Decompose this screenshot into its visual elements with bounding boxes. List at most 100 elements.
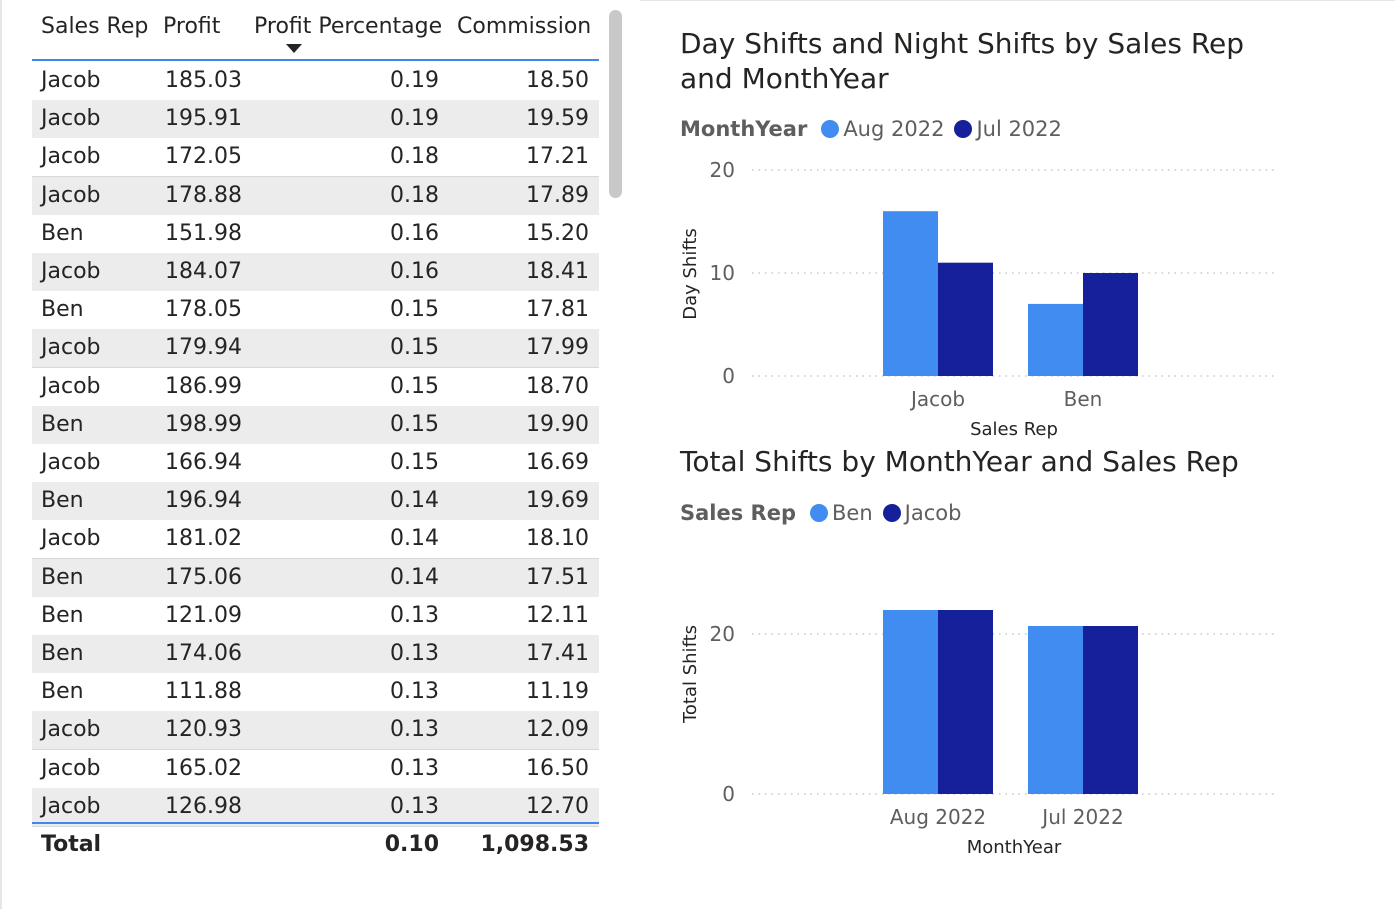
header-profit-percentage[interactable]: Profit Percentage bbox=[254, 14, 442, 39]
chart2-title-line1: Total Shifts by MonthYear and Sales Rep bbox=[680, 445, 1239, 478]
table-row[interactable]: Jacob 178.88 0.18 17.89 bbox=[32, 176, 599, 216]
x-tick-label: Aug 2022 bbox=[890, 805, 986, 829]
chart1-title-line1: Day Shifts and Night Shifts by Sales Rep bbox=[680, 27, 1245, 60]
cell-profit: 196.94 bbox=[165, 488, 242, 514]
cell-commission: 19.69 bbox=[526, 488, 589, 514]
cell-commission: 16.69 bbox=[526, 450, 589, 475]
chart2-legend-label-jacob: Jacob bbox=[904, 501, 962, 525]
chart2-plot[interactable]: 0 20 Aug 2022 Jul 2022 MonthYear Total Shifts bbox=[672, 560, 1292, 870]
x-axis-title: Sales Rep bbox=[970, 419, 1058, 440]
total-profit-percentage: 0.10 bbox=[384, 832, 439, 857]
cell-profit-percentage: 0.14 bbox=[390, 526, 439, 552]
chart2-legend: Sales Rep Ben Jacob bbox=[680, 501, 971, 525]
cell-commission: 17.99 bbox=[526, 335, 589, 361]
legend-dot-icon bbox=[821, 120, 840, 138]
bar-jacob bbox=[938, 610, 993, 794]
table-row[interactable]: Ben 174.06 0.13 17.41 bbox=[32, 635, 599, 674]
cell-profit-percentage: 0.13 bbox=[390, 679, 439, 705]
cell-profit-percentage: 0.14 bbox=[390, 564, 439, 590]
bar-jul-2022 bbox=[1083, 273, 1138, 376]
sort-descending-icon[interactable] bbox=[286, 44, 302, 53]
cell-profit-percentage: 0.19 bbox=[390, 68, 439, 93]
y-tick-label: 10 bbox=[710, 261, 735, 285]
report-left-border bbox=[0, 0, 2, 909]
legend-dot-icon bbox=[954, 120, 973, 138]
cell-profit: 151.98 bbox=[165, 220, 242, 246]
table-row[interactable]: Jacob 184.07 0.16 18.41 bbox=[32, 253, 599, 292]
cell-commission: 18.50 bbox=[526, 68, 589, 93]
cell-sales-rep: Jacob bbox=[41, 182, 101, 208]
cell-profit-percentage: 0.16 bbox=[390, 259, 439, 284]
cell-sales-rep: Jacob bbox=[41, 335, 101, 361]
y-axis-title: Day Shifts bbox=[680, 228, 701, 320]
y-tick-label: 0 bbox=[722, 782, 735, 806]
bar-aug-2022 bbox=[1028, 303, 1083, 376]
table-row[interactable]: Jacob 185.03 0.19 18.50 bbox=[32, 62, 599, 101]
table-row[interactable]: Jacob 120.93 0.13 12.09 bbox=[32, 711, 599, 751]
cell-sales-rep: Ben bbox=[41, 297, 84, 323]
table-row[interactable]: Ben 175.06 0.14 17.51 bbox=[32, 558, 599, 598]
cell-sales-rep: Jacob bbox=[41, 259, 101, 284]
cell-profit: 120.93 bbox=[165, 717, 242, 743]
table-row[interactable]: Ben 121.09 0.13 12.11 bbox=[32, 596, 599, 636]
report-top-border bbox=[640, 0, 1395, 1]
chart2-legend-item-jacob[interactable]: Jacob bbox=[882, 501, 962, 525]
cell-profit: 126.98 bbox=[165, 793, 242, 819]
cell-profit: 165.02 bbox=[165, 755, 242, 781]
table-row[interactable]: Jacob 181.02 0.14 18.10 bbox=[32, 520, 599, 560]
cell-profit-percentage: 0.19 bbox=[390, 106, 439, 132]
table-row[interactable]: Jacob 179.94 0.15 17.99 bbox=[32, 329, 599, 369]
cell-sales-rep: Jacob bbox=[41, 373, 101, 399]
cell-profit: 174.06 bbox=[165, 641, 242, 666]
x-tick-label: Jul 2022 bbox=[1040, 805, 1123, 829]
cell-commission: 17.89 bbox=[526, 182, 589, 208]
profit-table[interactable]: Sales Rep Profit Profit Percentage Commi… bbox=[32, 0, 599, 870]
legend-dot-icon bbox=[810, 504, 828, 522]
table-row[interactable]: Jacob 195.91 0.19 19.59 bbox=[32, 100, 599, 140]
header-commission[interactable]: Commission bbox=[457, 14, 591, 39]
cell-sales-rep: Jacob bbox=[41, 755, 101, 781]
cell-profit-percentage: 0.13 bbox=[390, 717, 439, 743]
header-profit[interactable]: Profit bbox=[163, 14, 220, 39]
table-row[interactable]: Ben 198.99 0.15 19.90 bbox=[32, 405, 599, 445]
cell-profit-percentage: 0.13 bbox=[390, 602, 439, 628]
cell-profit-percentage: 0.15 bbox=[390, 335, 439, 361]
table-row[interactable]: Jacob 166.94 0.15 16.69 bbox=[32, 444, 599, 483]
bar-aug-2022 bbox=[883, 211, 938, 376]
cell-sales-rep: Jacob bbox=[41, 144, 101, 170]
cell-commission: 18.10 bbox=[526, 526, 589, 552]
bar-ben bbox=[1028, 626, 1083, 794]
table-scrollbar[interactable] bbox=[609, 10, 622, 198]
cell-profit-percentage: 0.15 bbox=[390, 373, 439, 399]
cell-profit-percentage: 0.18 bbox=[390, 144, 439, 170]
cell-profit: 184.07 bbox=[165, 259, 242, 284]
chart1-plot[interactable]: 0 10 20 Jacob Ben Sales Rep Day Shifts bbox=[672, 150, 1292, 450]
table-row[interactable]: Ben 178.05 0.15 17.81 bbox=[32, 291, 599, 331]
table-row[interactable]: Jacob 172.05 0.18 17.21 bbox=[32, 138, 599, 178]
chart2-legend-label-ben: Ben bbox=[832, 501, 873, 525]
table-row[interactable]: Ben 151.98 0.16 15.20 bbox=[32, 214, 599, 254]
chart1-title: Day Shifts and Night Shifts by Sales Rep… bbox=[680, 26, 1244, 96]
table-row[interactable]: Jacob 186.99 0.15 18.70 bbox=[32, 367, 599, 407]
table-row[interactable]: Ben 196.94 0.14 19.69 bbox=[32, 482, 599, 522]
cell-profit: 175.06 bbox=[165, 564, 242, 590]
chart1-legend-item-aug[interactable]: Aug 2022 bbox=[821, 117, 944, 141]
bar-jacob bbox=[1083, 626, 1138, 794]
cell-sales-rep: Jacob bbox=[41, 793, 101, 819]
cell-sales-rep: Jacob bbox=[41, 68, 101, 93]
chart2-legend-item-ben[interactable]: Ben bbox=[810, 501, 873, 525]
header-underline bbox=[32, 59, 599, 61]
cell-profit: 178.05 bbox=[165, 297, 242, 323]
cell-sales-rep: Ben bbox=[41, 220, 84, 246]
table-row[interactable]: Jacob 126.98 0.13 12.70 bbox=[32, 787, 599, 827]
cell-commission: 19.90 bbox=[526, 411, 589, 437]
y-tick-label: 20 bbox=[710, 158, 735, 182]
chart1-legend-item-jul[interactable]: Jul 2022 bbox=[954, 117, 1062, 141]
cell-sales-rep: Jacob bbox=[41, 450, 101, 475]
header-sales-rep[interactable]: Sales Rep bbox=[41, 14, 148, 39]
legend-dot-icon bbox=[882, 504, 901, 522]
table-row[interactable]: Ben 111.88 0.13 11.19 bbox=[32, 673, 599, 713]
y-tick-label: 20 bbox=[710, 622, 735, 646]
total-label: Total bbox=[41, 832, 102, 857]
table-row[interactable]: Jacob 165.02 0.13 16.50 bbox=[32, 749, 599, 789]
